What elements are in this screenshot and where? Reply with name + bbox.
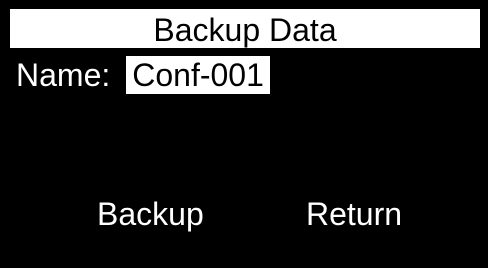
screen-title: Backup Data: [10, 9, 480, 48]
backup-button[interactable]: Backup: [97, 198, 204, 230]
lcd-screen: Backup Data Name: Conf-001 Backup Return: [0, 0, 488, 268]
return-button[interactable]: Return: [306, 198, 402, 230]
name-label: Name:: [16, 57, 111, 93]
name-field[interactable]: Conf-001: [126, 56, 270, 94]
name-row: Name: Conf-001: [16, 55, 270, 95]
